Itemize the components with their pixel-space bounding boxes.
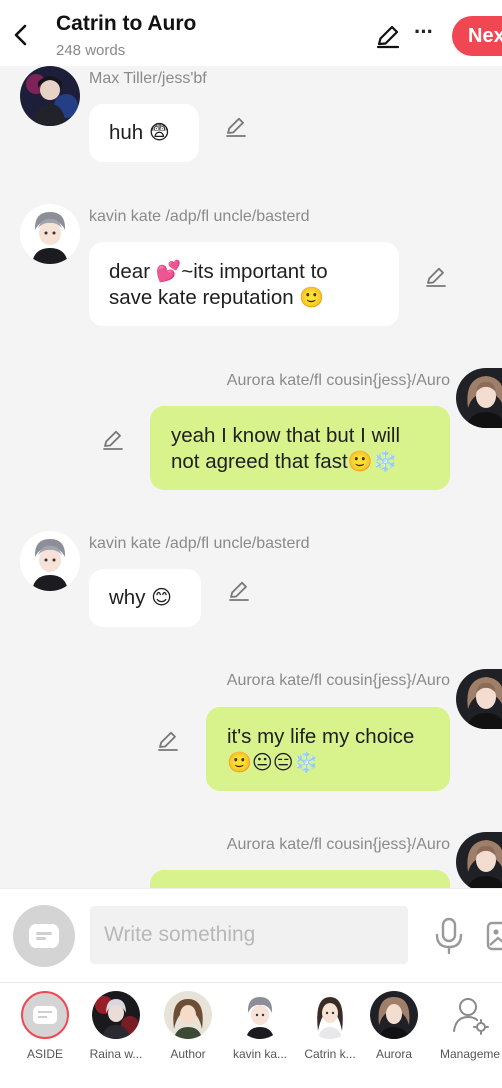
cast-item-management[interactable]: Manageme [434,991,502,1061]
message-text: huh [109,121,144,144]
chat-story-editor: Catrin to Auro 248 words ··· Next Max Ti… [0,0,502,1088]
cast-item-raina[interactable]: Raina w... [80,991,152,1061]
avatar [92,991,140,1039]
avatar-aurora[interactable] [456,832,502,888]
edit-icon[interactable] [226,578,252,604]
message-emoji: 🙂❄️ [347,451,398,473]
write-input[interactable] [90,906,408,964]
cast-label: ASIDE [26,1047,63,1061]
character-bar: ASIDE Raina w... Author kavin ka... Catr [0,982,502,1088]
avatar-aurora[interactable] [456,669,502,729]
word-count: 248 words [56,42,126,59]
message-bubble[interactable]: yeah I know that but I will not agreed t… [150,406,450,490]
avatar-aurora[interactable] [456,368,502,428]
sender-name: Aurora kate/fl cousin{jess}/Auro [226,372,450,389]
avatar [306,991,354,1039]
next-button[interactable]: Next [452,16,502,56]
more-icon[interactable]: ··· [414,21,434,43]
cast-label: Manageme [440,1047,501,1061]
message-text-line: not agreed that fast [171,450,348,473]
cast-item-kavin[interactable]: kavin ka... [224,991,296,1061]
sender-name: Aurora kate/fl cousin{jess}/Auro [226,836,450,853]
sender-name: Max Tiller/jess'bf [89,70,207,87]
message-emoji: 🙂😐😑❄️ [227,752,319,774]
message-text-line: dear 💕~its important to [109,260,328,283]
cast-label: Author [170,1047,206,1061]
message-bubble[interactable]: dear 💕~its important to save kate reputa… [89,242,399,326]
manage-user-icon [446,991,494,1039]
cast-item-catrin[interactable]: Catrin k... [294,991,366,1061]
message-text: why [109,586,146,609]
top-bar: Catrin to Auro 248 words ··· Next [0,0,502,66]
cast-item-aside[interactable]: ASIDE [9,991,81,1061]
sender-name: kavin kate /adp/fl uncle/basterd [89,208,310,225]
cast-label: Catrin k... [304,1047,356,1061]
aside-icon [33,1006,57,1024]
message-text-line: yeah I know that but I will [171,424,401,447]
sender-name: kavin kate /adp/fl uncle/basterd [89,535,310,552]
edit-icon[interactable] [100,427,126,453]
message-text-line: save kate reputation [109,286,294,309]
message-emoji: 🙂 [299,287,325,309]
cast-item-author[interactable]: Author [152,991,224,1061]
message-emoji: 😨 [148,122,170,144]
message-bubble[interactable]: huh 😨 [89,104,199,162]
pencil-icon[interactable] [374,22,402,50]
message-text-line: it's my life my choice [227,725,415,748]
message-bubble[interactable]: why 😊 [89,569,201,627]
edit-icon[interactable] [155,728,181,754]
message-list[interactable]: Max Tiller/jess'bf huh 😨 kavin kate /adp… [0,66,502,888]
avatar-kavin-kate[interactable] [20,204,80,264]
back-arrow-icon[interactable] [8,20,36,50]
message-bubble[interactable]: it's my life my choice 🙂😐😑❄️ [206,707,450,791]
edit-icon[interactable] [423,264,449,290]
cast-label: Aurora [375,1047,413,1061]
cast-label: kavin ka... [232,1047,288,1061]
message-emoji: 😊 [151,587,173,609]
avatar [370,991,418,1039]
avatar [236,991,284,1039]
avatar-max-tiller[interactable] [20,66,80,126]
sender-name: Aurora kate/fl cousin{jess}/Auro [226,672,450,689]
cast-label: Raina w... [89,1047,143,1061]
microphone-icon[interactable] [432,917,466,955]
composer-bar [0,888,502,982]
cast-item-aurora[interactable]: Aurora [358,991,430,1061]
edit-icon[interactable] [223,114,249,140]
message-bubble[interactable] [150,870,450,888]
story-title[interactable]: Catrin to Auro [56,12,196,36]
image-icon[interactable] [486,920,502,952]
avatar-kavin-kate[interactable] [20,531,80,591]
avatar [164,991,212,1039]
aside-icon[interactable] [13,905,75,967]
